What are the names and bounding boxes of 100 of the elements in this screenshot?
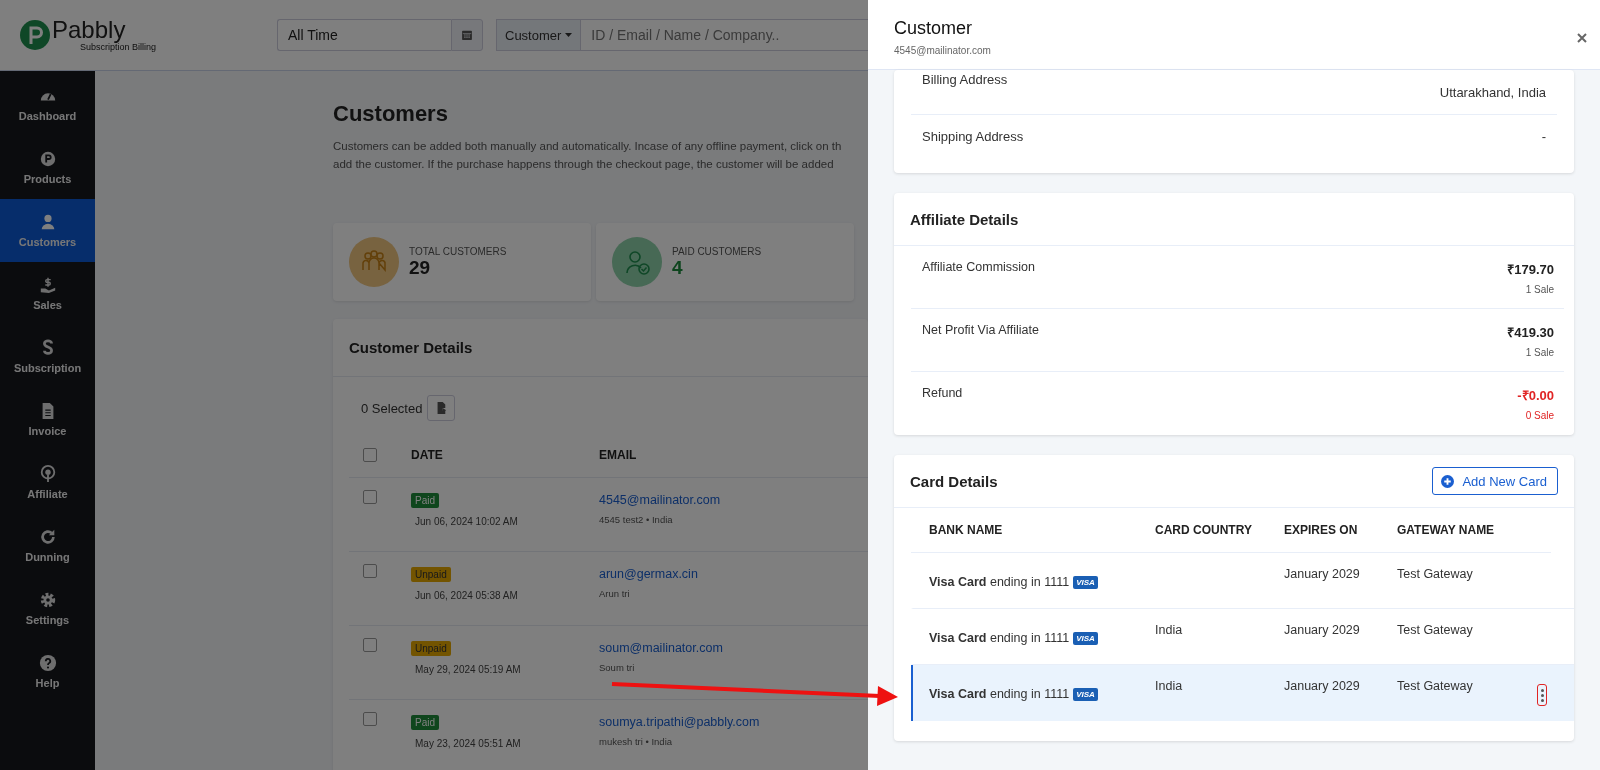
sidebar-item[interactable]: Sales: [0, 262, 95, 325]
status-badge: Paid: [411, 493, 439, 508]
calendar-button[interactable]: [451, 19, 483, 51]
status-badge: Unpaid: [411, 567, 451, 582]
search-scope-dropdown[interactable]: Customer: [496, 19, 582, 51]
bank-name: Visa Card ending in 1111: [929, 687, 1070, 701]
selected-count: 0 Selected: [361, 400, 423, 416]
sale-count: 0 Sale: [1525, 410, 1554, 421]
card-row[interactable]: Visa Card ending in 1111 VISA January 2029 Test Gateway: [911, 553, 1574, 609]
affiliate-value: ₹179.70: [1507, 261, 1554, 278]
gateway-name: Test Gateway: [1397, 567, 1474, 581]
sidebar-item[interactable]: Settings: [0, 577, 95, 640]
table-title: Customer Details: [349, 339, 473, 356]
card-brand-logo: VISA: [1073, 687, 1098, 701]
address-label: Shipping Address: [922, 129, 1024, 146]
help-icon: [38, 654, 57, 672]
row-date: Jun 06, 2024 10:02 AM: [415, 516, 519, 527]
logo-name: Pabbly: [52, 18, 127, 42]
card-title: Affiliate Details: [910, 210, 1019, 228]
card-row[interactable]: Visa Card ending in 1111 VISA India January 2029 Test Gateway: [911, 665, 1574, 721]
sale-count: 1 Sale: [1525, 284, 1554, 295]
user-check-icon: [623, 248, 651, 276]
sidebar-item[interactable]: Invoice: [0, 388, 95, 451]
sidebar-item[interactable]: Help: [0, 640, 95, 703]
gear-icon: [38, 591, 57, 609]
column-header: EMAIL: [599, 448, 638, 462]
row-checkbox[interactable]: [363, 490, 377, 504]
logo-icon: [20, 20, 50, 50]
card-brand-logo: VISA: [1073, 575, 1098, 589]
more-options-button[interactable]: [1537, 684, 1547, 706]
select-all-checkbox[interactable]: [363, 448, 377, 462]
customer-detail: Arun tri: [599, 588, 631, 599]
address-value: -: [1541, 129, 1546, 146]
email-link[interactable]: soumya.tripathi@pabbly.com: [599, 715, 760, 729]
sale-count: 1 Sale: [1525, 347, 1554, 358]
card-brand-logo: VISA: [1073, 631, 1098, 645]
row-date: Jun 06, 2024 05:38 AM: [415, 590, 519, 601]
export-button[interactable]: [427, 395, 456, 421]
stat-value: 4: [672, 256, 684, 279]
card-expiry: January 2029: [1284, 679, 1361, 693]
row-checkbox[interactable]: [363, 712, 377, 726]
add-card-button[interactable]: Add New Card: [1432, 467, 1558, 495]
drawer-subtitle: 4545@mailinator.com: [894, 45, 991, 56]
column-header: BANK NAME: [929, 523, 1004, 537]
gateway-name: Test Gateway: [1397, 679, 1474, 693]
affiliate-label: Affiliate Commission: [922, 260, 1035, 276]
card-title: Card Details: [910, 472, 998, 490]
column-header: EXPIRES ON: [1284, 523, 1359, 537]
coin-icon: [38, 150, 57, 168]
email-link[interactable]: soum@mailinator.com: [599, 641, 723, 655]
card-country: India: [1155, 679, 1183, 693]
card-expiry: January 2029: [1284, 567, 1361, 581]
page-description: Customers can be added both manually and automatically. Incase of any offline payment, click on th: [333, 139, 843, 154]
sidebar-item[interactable]: Dunning: [0, 514, 95, 577]
column-header: CARD COUNTRY: [1155, 523, 1253, 537]
search-field[interactable]: ID / Email / Name / Company..: [581, 19, 868, 51]
logo-tagline: Subscription Billing: [80, 42, 157, 52]
column-header: GATEWAY NAME: [1397, 523, 1496, 537]
card-country: India: [1155, 623, 1183, 637]
bank-name: Visa Card ending in 1111: [929, 631, 1070, 645]
export-icon: [435, 401, 448, 415]
page-description: add the customer. If the purchase happens through the checkout page, the customer will be added: [333, 157, 835, 172]
plus-circle-icon: [1441, 474, 1455, 488]
status-badge: Unpaid: [411, 641, 451, 656]
hand-dollar-icon: [38, 276, 57, 294]
customer-detail: mukesh tri • India: [599, 736, 674, 747]
caret-icon: [565, 33, 573, 37]
status-badge: Paid: [411, 715, 439, 730]
email-link[interactable]: 4545@mailinator.com: [599, 493, 721, 507]
page-title: Customers: [333, 101, 449, 127]
address-value: Uttarakhand, India: [1439, 85, 1546, 102]
drawer-title: Customer: [894, 18, 974, 39]
bank-name: Visa Card ending in 1111: [929, 575, 1070, 589]
address-label: Billing Address: [922, 72, 1008, 89]
row-checkbox[interactable]: [363, 564, 377, 578]
row-checkbox[interactable]: [363, 638, 377, 652]
stat-label: TOTAL CUSTOMERS: [409, 245, 507, 257]
row-date: May 23, 2024 05:51 AM: [415, 738, 522, 749]
column-header: DATE: [411, 448, 444, 462]
gateway-name: Test Gateway: [1397, 623, 1474, 637]
affiliate-value: ₹419.30: [1507, 324, 1554, 341]
sidebar-item[interactable]: Dashboard: [0, 73, 95, 136]
card-expiry: January 2029: [1284, 623, 1361, 637]
affiliate-label: Net Profit Via Affiliate: [922, 323, 1039, 339]
sidebar-item[interactable]: Affiliate: [0, 451, 95, 514]
calendar-icon: [460, 28, 474, 42]
customer-detail: 4545 test2 • India: [599, 514, 674, 525]
sidebar-item[interactable]: Subscription: [0, 325, 95, 388]
row-date: May 29, 2024 05:19 AM: [415, 664, 522, 675]
close-icon: [1576, 32, 1588, 44]
stat-value: 29: [409, 256, 432, 279]
broadcast-icon: [38, 465, 57, 483]
refresh-icon: [38, 528, 57, 546]
email-link[interactable]: arun@germax.cin: [599, 567, 698, 581]
sidebar-item[interactable]: Products: [0, 136, 95, 199]
date-filter-field[interactable]: All Time: [277, 19, 451, 51]
affiliate-label: Refund: [922, 386, 963, 402]
affiliate-value: -₹0.00: [1517, 387, 1554, 404]
sidebar-item[interactable]: Customers: [0, 199, 95, 262]
stat-label: PAID CUSTOMERS: [672, 245, 762, 257]
